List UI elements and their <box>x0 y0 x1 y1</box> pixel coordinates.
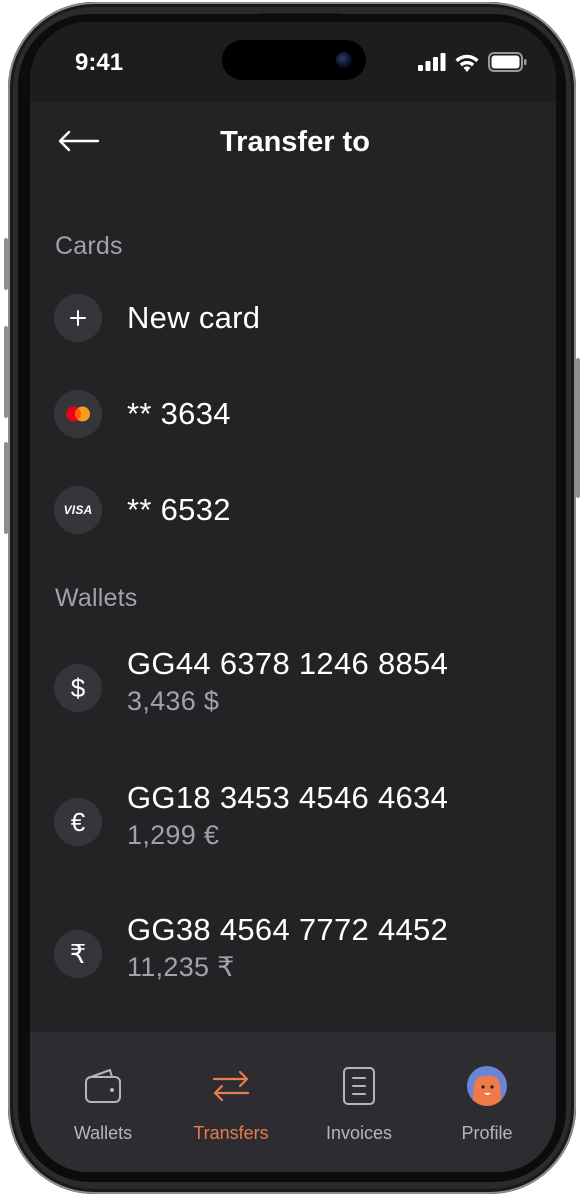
tab-label: Wallets <box>73 1123 133 1143</box>
new-card-row[interactable]: New card <box>54 286 534 350</box>
tab-profile[interactable]: Profile <box>432 1060 542 1143</box>
power-button <box>576 358 580 498</box>
dollar-icon: $ <box>54 664 102 712</box>
tab-label: Profile <box>461 1123 513 1143</box>
wallet-row-usd[interactable]: $ GG44 6378 1246 8854 3,436 $ <box>54 646 544 730</box>
header: Transfer to <box>30 102 556 180</box>
plus-icon <box>54 294 102 342</box>
euro-icon: € <box>54 798 102 846</box>
screen: 9:41 Transfer to Cards New card ** 3634 … <box>30 22 556 1172</box>
tab-wallets[interactable]: Wallets <box>48 1060 158 1143</box>
mastercard-icon <box>54 390 102 438</box>
avatar <box>465 1064 509 1108</box>
wallet-row-inr[interactable]: ₹ GG38 4564 7772 4452 11,235 ₹ <box>54 912 544 996</box>
card-row-6532[interactable]: VISA ** 6532 <box>54 478 534 542</box>
wallet-row-eur[interactable]: € GG18 3453 4546 4634 1,299 € <box>54 780 544 864</box>
tab-bar: Wallets Transfers Invoices Profile <box>30 1032 556 1172</box>
cards-section-label: Cards <box>55 232 123 260</box>
card-number-label: ** 6532 <box>127 492 231 527</box>
card-number-label: ** 3634 <box>127 396 231 431</box>
tab-transfers[interactable]: Transfers <box>176 1060 286 1143</box>
status-time: 9:41 <box>75 49 124 76</box>
dynamic-island <box>222 40 366 80</box>
tab-label: Invoices <box>325 1123 393 1143</box>
tab-label: Transfers <box>193 1123 269 1143</box>
wallets-section-label: Wallets <box>55 584 138 612</box>
wallet-number: GG44 6378 1246 8854 <box>127 646 449 681</box>
new-card-label: New card <box>127 300 261 335</box>
status-bar: 9:41 <box>30 22 556 102</box>
signal-icon <box>418 53 446 71</box>
wallet-balance: 1,299 € <box>127 820 220 850</box>
visa-logo-text: VISA <box>63 503 93 517</box>
visa-icon: VISA <box>54 486 102 534</box>
camera-icon <box>336 52 352 68</box>
wallet-number: GG38 4564 7772 4452 <box>127 912 449 947</box>
rupee-icon: ₹ <box>54 930 102 978</box>
wallet-balance: 11,235 ₹ <box>127 952 235 982</box>
wallet-balance: 3,436 $ <box>127 686 220 716</box>
wallet-icon <box>81 1064 125 1108</box>
page-title: Transfer to <box>220 126 370 158</box>
tab-invoices[interactable]: Invoices <box>304 1060 414 1143</box>
battery-icon <box>488 52 527 72</box>
card-row-3634[interactable]: ** 3634 <box>54 382 534 446</box>
status-icons <box>418 52 528 72</box>
invoice-icon <box>337 1064 381 1108</box>
volume-up-button <box>4 326 8 418</box>
action-button <box>4 238 8 290</box>
wifi-icon <box>455 54 479 72</box>
wallet-number: GG18 3453 4546 4634 <box>127 780 449 815</box>
transfer-arrows-icon <box>209 1064 253 1108</box>
volume-down-button <box>4 442 8 534</box>
